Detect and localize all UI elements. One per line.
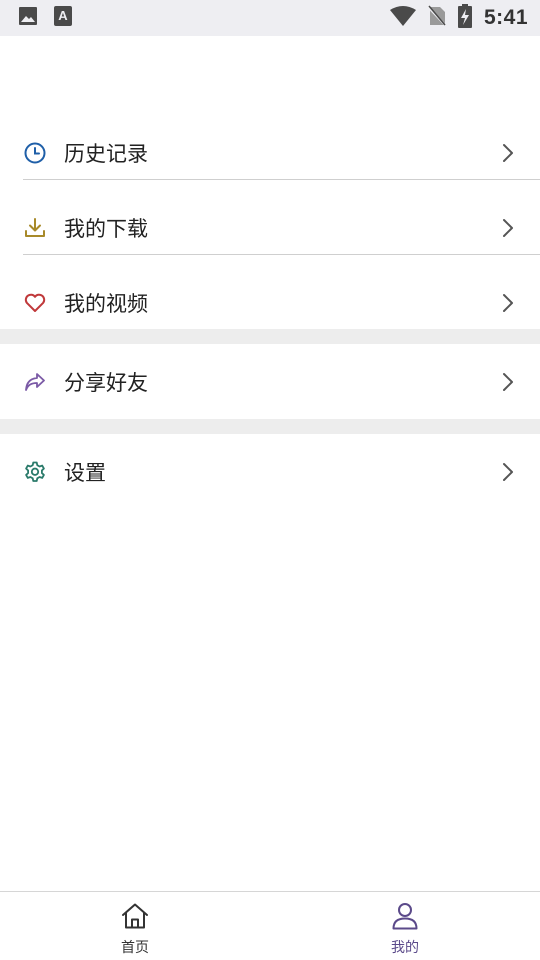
- status-bar: A 5:41: [0, 0, 540, 36]
- image-icon: [18, 6, 38, 30]
- menu-group-primary: 历史记录 我的下载 我的视频: [0, 115, 540, 340]
- tab-home-label: 首页: [121, 940, 149, 956]
- no-sim-icon: [427, 5, 447, 31]
- menu-group-settings: 设置: [0, 434, 540, 509]
- share-icon: [23, 370, 47, 394]
- section-gap: [0, 329, 540, 344]
- bottom-nav: 首页 我的: [0, 891, 540, 960]
- chevron-right-icon: [503, 293, 513, 312]
- chevron-right-icon: [503, 218, 513, 237]
- menu-item-settings[interactable]: 设置: [0, 434, 540, 509]
- section-gap: [0, 419, 540, 434]
- tab-mine-label: 我的: [391, 940, 419, 956]
- menu-item-label: 我的下载: [64, 216, 148, 241]
- heart-icon: [23, 291, 47, 315]
- menu-item-label: 设置: [64, 460, 106, 485]
- chevron-right-icon: [503, 143, 513, 162]
- menu-item-label: 分享好友: [64, 370, 148, 395]
- clock-icon: [23, 141, 47, 165]
- user-icon: [390, 902, 420, 934]
- svg-text:A: A: [58, 8, 68, 23]
- status-left: A: [18, 6, 72, 30]
- status-time: 5:41: [483, 6, 528, 29]
- menu-item-label: 历史记录: [64, 141, 148, 166]
- gear-icon: [23, 460, 47, 484]
- text-a-icon: A: [54, 6, 72, 30]
- chevron-right-icon: [503, 462, 513, 481]
- tab-home[interactable]: 首页: [0, 892, 270, 960]
- status-right: 5:41: [389, 4, 528, 32]
- menu-item-share[interactable]: 分享好友: [0, 344, 540, 419]
- home-icon: [120, 902, 150, 934]
- tab-mine[interactable]: 我的: [270, 892, 540, 960]
- divider: [23, 254, 540, 255]
- divider: [23, 179, 540, 180]
- menu-item-label: 我的视频: [64, 291, 148, 316]
- battery-charging-icon: [457, 4, 472, 32]
- download-icon: [23, 216, 47, 240]
- menu-group-share: 分享好友: [0, 344, 540, 419]
- wifi-icon: [389, 6, 416, 30]
- chevron-right-icon: [503, 372, 513, 391]
